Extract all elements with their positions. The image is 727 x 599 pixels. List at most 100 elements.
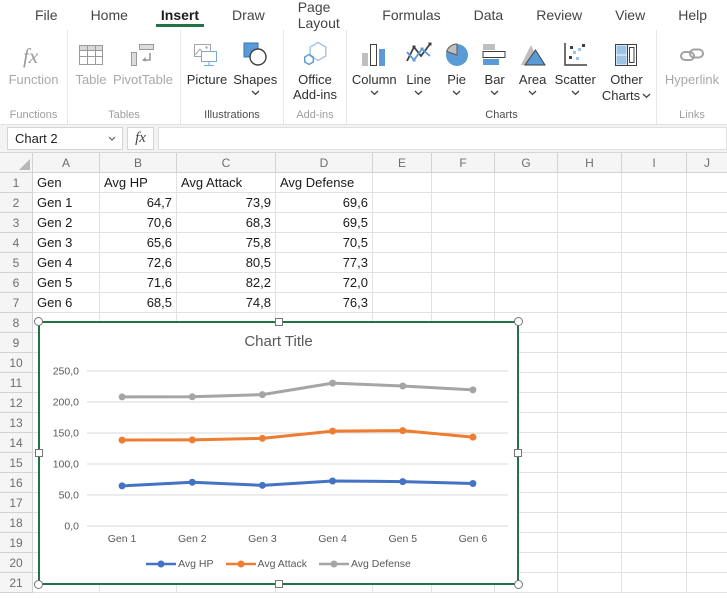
cell-I11[interactable]	[622, 373, 687, 393]
chart-legend[interactable]: Avg HPAvg AttackAvg Defense	[40, 558, 517, 570]
column-header-h[interactable]: H	[558, 153, 622, 173]
cell-J14[interactable]	[687, 433, 727, 453]
row-header-18[interactable]: 18	[0, 513, 33, 533]
row-header-19[interactable]: 19	[0, 533, 33, 553]
cell-D1[interactable]: Avg Defense	[276, 173, 373, 193]
cell-J17[interactable]	[687, 493, 727, 513]
cell-E6[interactable]	[373, 273, 432, 293]
picture-button[interactable]: Picture	[184, 38, 230, 87]
chart-data-point[interactable]	[329, 428, 336, 435]
cell-J11[interactable]	[687, 373, 727, 393]
cell-B6[interactable]: 71,6	[100, 273, 177, 293]
cell-F2[interactable]	[432, 193, 495, 213]
chart-resize-handle-w[interactable]	[35, 449, 43, 457]
cell-B5[interactable]: 72,6	[100, 253, 177, 273]
cell-J20[interactable]	[687, 553, 727, 573]
chart-data-point[interactable]	[399, 478, 406, 485]
cell-C1[interactable]: Avg Attack	[177, 173, 276, 193]
row-header-15[interactable]: 15	[0, 453, 33, 473]
chart-data-point[interactable]	[259, 435, 266, 442]
row-header-7[interactable]: 7	[0, 293, 33, 313]
legend-item-avg-defense[interactable]: Avg Defense	[319, 558, 411, 570]
chart-data-point[interactable]	[119, 437, 126, 444]
cell-I9[interactable]	[622, 333, 687, 353]
cell-J18[interactable]	[687, 513, 727, 533]
row-header-14[interactable]: 14	[0, 433, 33, 453]
row-header-13[interactable]: 13	[0, 413, 33, 433]
cell-B1[interactable]: Avg HP	[100, 173, 177, 193]
cell-E3[interactable]	[373, 213, 432, 233]
cell-I7[interactable]	[622, 293, 687, 313]
chart-resize-handle-ne[interactable]	[514, 317, 523, 326]
cell-G6[interactable]	[495, 273, 558, 293]
cell-C7[interactable]: 74,8	[177, 293, 276, 313]
area-button[interactable]: Area	[514, 38, 552, 98]
bar-button[interactable]: Bar	[476, 38, 514, 98]
cell-I18[interactable]	[622, 513, 687, 533]
cell-D7[interactable]: 76,3	[276, 293, 373, 313]
cell-J15[interactable]	[687, 453, 727, 473]
cell-J6[interactable]	[687, 273, 727, 293]
cell-J19[interactable]	[687, 533, 727, 553]
cell-I21[interactable]	[622, 573, 687, 593]
chart-data-point[interactable]	[329, 477, 336, 484]
cell-B3[interactable]: 70,6	[100, 213, 177, 233]
cell-G5[interactable]	[495, 253, 558, 273]
function-button[interactable]: fxFunction	[6, 38, 62, 87]
cell-J5[interactable]	[687, 253, 727, 273]
cell-E2[interactable]	[373, 193, 432, 213]
cell-H20[interactable]	[558, 553, 622, 573]
cell-D2[interactable]: 69,6	[276, 193, 373, 213]
chart-data-point[interactable]	[119, 393, 126, 400]
cell-I15[interactable]	[622, 453, 687, 473]
tab-insert[interactable]: Insert	[148, 0, 212, 30]
cell-F6[interactable]	[432, 273, 495, 293]
cell-H18[interactable]	[558, 513, 622, 533]
cell-J10[interactable]	[687, 353, 727, 373]
cell-F7[interactable]	[432, 293, 495, 313]
row-header-1[interactable]: 1	[0, 173, 33, 193]
cell-I6[interactable]	[622, 273, 687, 293]
cell-H5[interactable]	[558, 253, 622, 273]
chart-data-point[interactable]	[189, 436, 196, 443]
row-header-9[interactable]: 9	[0, 333, 33, 353]
cell-A7[interactable]: Gen 6	[33, 293, 100, 313]
chart-resize-handle-e[interactable]	[514, 449, 522, 457]
select-all-corner[interactable]	[0, 153, 33, 173]
cell-H7[interactable]	[558, 293, 622, 313]
cell-J16[interactable]	[687, 473, 727, 493]
cell-J8[interactable]	[687, 313, 727, 333]
cell-H19[interactable]	[558, 533, 622, 553]
cell-H8[interactable]	[558, 313, 622, 333]
cell-I8[interactable]	[622, 313, 687, 333]
row-header-10[interactable]: 10	[0, 353, 33, 373]
cell-C5[interactable]: 80,5	[177, 253, 276, 273]
row-header-3[interactable]: 3	[0, 213, 33, 233]
cell-H14[interactable]	[558, 433, 622, 453]
cell-G3[interactable]	[495, 213, 558, 233]
cell-A2[interactable]: Gen 1	[33, 193, 100, 213]
cell-H3[interactable]	[558, 213, 622, 233]
row-header-5[interactable]: 5	[0, 253, 33, 273]
cell-I16[interactable]	[622, 473, 687, 493]
tab-help[interactable]: Help	[665, 0, 720, 30]
formula-input[interactable]	[158, 127, 727, 150]
cell-A6[interactable]: Gen 5	[33, 273, 100, 293]
chart-data-point[interactable]	[399, 383, 406, 390]
chart-resize-handle-s[interactable]	[275, 580, 283, 588]
chart-data-point[interactable]	[259, 482, 266, 489]
column-header-e[interactable]: E	[373, 153, 432, 173]
cell-B2[interactable]: 64,7	[100, 193, 177, 213]
column-button[interactable]: Column	[349, 38, 400, 98]
cell-F3[interactable]	[432, 213, 495, 233]
cell-A3[interactable]: Gen 2	[33, 213, 100, 233]
tab-view[interactable]: View	[602, 0, 658, 30]
cell-E1[interactable]	[373, 173, 432, 193]
row-header-20[interactable]: 20	[0, 553, 33, 573]
cell-J7[interactable]	[687, 293, 727, 313]
column-header-i[interactable]: I	[622, 153, 687, 173]
other-charts-button[interactable]: OtherCharts	[599, 38, 654, 103]
column-header-f[interactable]: F	[432, 153, 495, 173]
cell-D5[interactable]: 77,3	[276, 253, 373, 273]
cell-J21[interactable]	[687, 573, 727, 593]
